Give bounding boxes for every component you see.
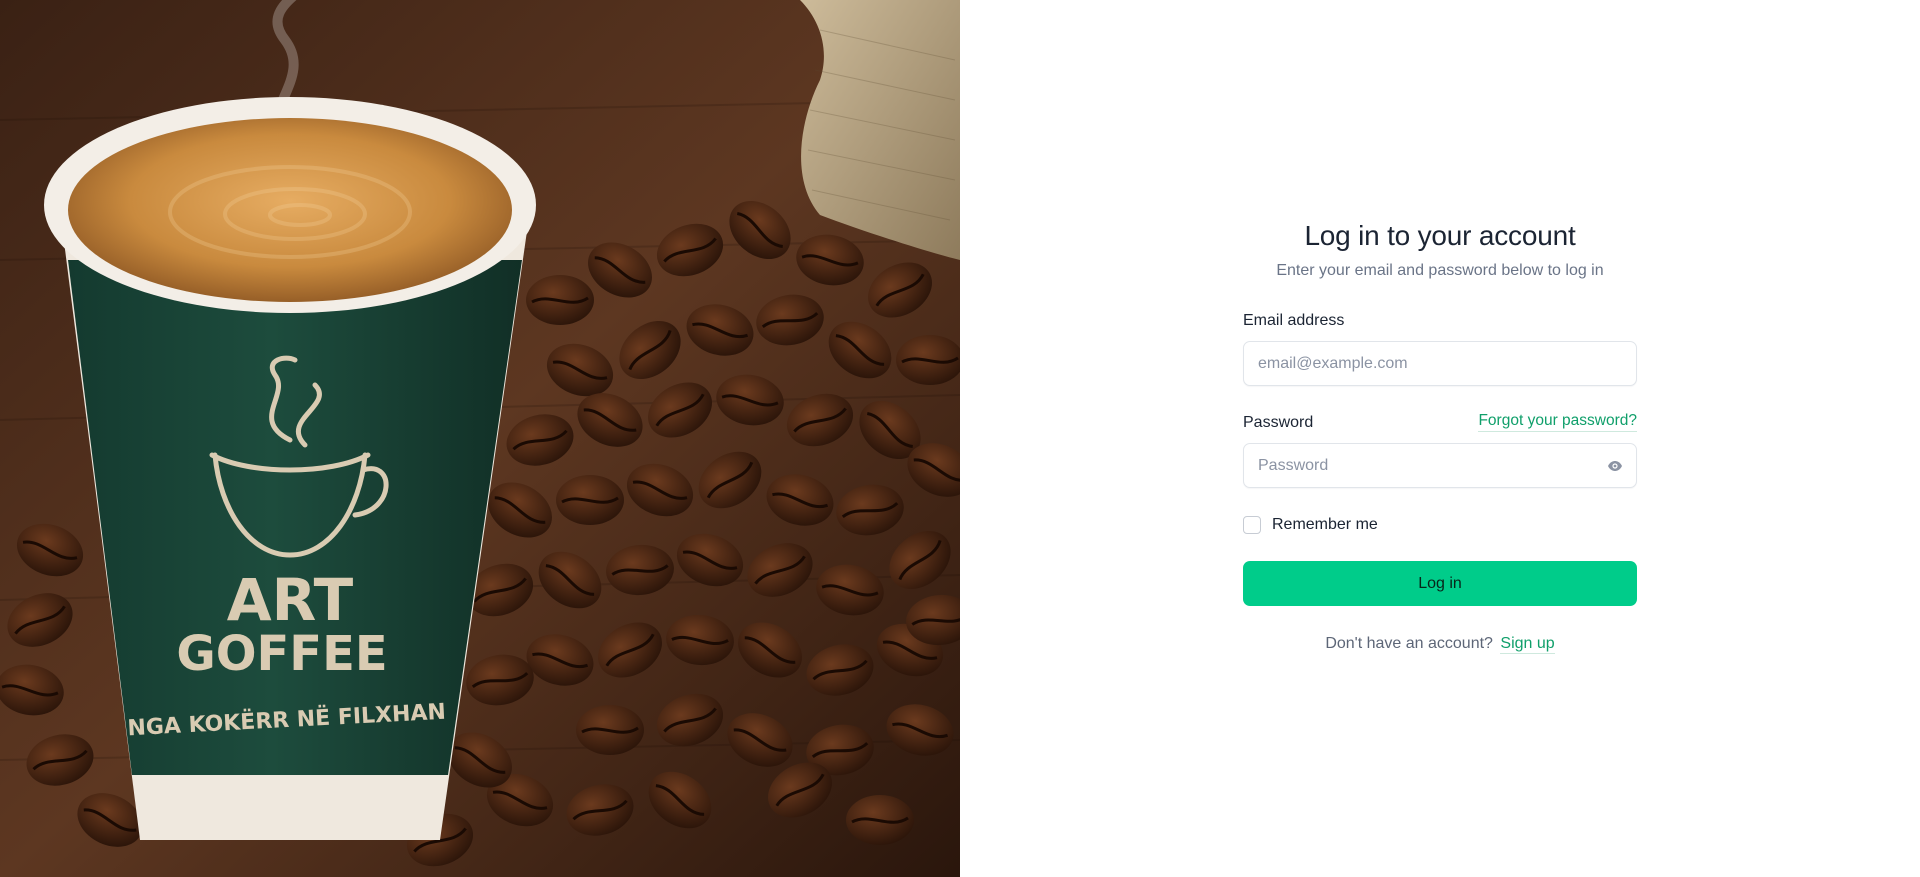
- signup-link[interactable]: Sign up: [1500, 635, 1555, 654]
- coffee-cup-illustration: ART GOFFEE NGA KOKËRR NË FILXHAN: [0, 0, 960, 877]
- coffee-bean: [556, 475, 624, 525]
- email-input[interactable]: [1244, 342, 1636, 385]
- hero-image: ART GOFFEE NGA KOKËRR NË FILXHAN: [0, 0, 960, 877]
- coffee-bean: [846, 795, 914, 845]
- coffee-bean: [576, 705, 644, 755]
- coffee-bean: [526, 275, 594, 325]
- login-button[interactable]: Log in: [1243, 561, 1637, 606]
- page-subtitle: Enter your email and password below to l…: [1276, 262, 1604, 279]
- forgot-password-link[interactable]: Forgot your password?: [1478, 412, 1637, 432]
- page-title: Log in to your account: [1304, 220, 1576, 251]
- eye-icon[interactable]: [1606, 457, 1624, 475]
- remember-me-checkbox[interactable]: [1243, 516, 1261, 534]
- login-form: Log in to your account Enter your email …: [1243, 218, 1637, 654]
- password-field-group: Password Forgot your password?: [1243, 412, 1637, 488]
- email-input-box: [1243, 341, 1637, 386]
- password-label: Password: [1243, 414, 1314, 431]
- signup-prompt: Don't have an account?: [1325, 635, 1493, 652]
- login-page: ART GOFFEE NGA KOKËRR NË FILXHAN Log in …: [0, 0, 1920, 877]
- email-field-group: Email address: [1243, 310, 1637, 386]
- login-panel: Log in to your account Enter your email …: [960, 0, 1920, 877]
- remember-me-row: Remember me: [1243, 514, 1637, 536]
- signup-row: Don't have an account? Sign up: [1243, 635, 1637, 654]
- password-input-box: [1243, 443, 1637, 488]
- cup-brand-line1: ART: [227, 566, 354, 634]
- cup-brand-line2: GOFFEE: [176, 626, 387, 682]
- email-label: Email address: [1243, 312, 1345, 329]
- password-input[interactable]: [1244, 444, 1636, 487]
- remember-me-label: Remember me: [1272, 516, 1378, 533]
